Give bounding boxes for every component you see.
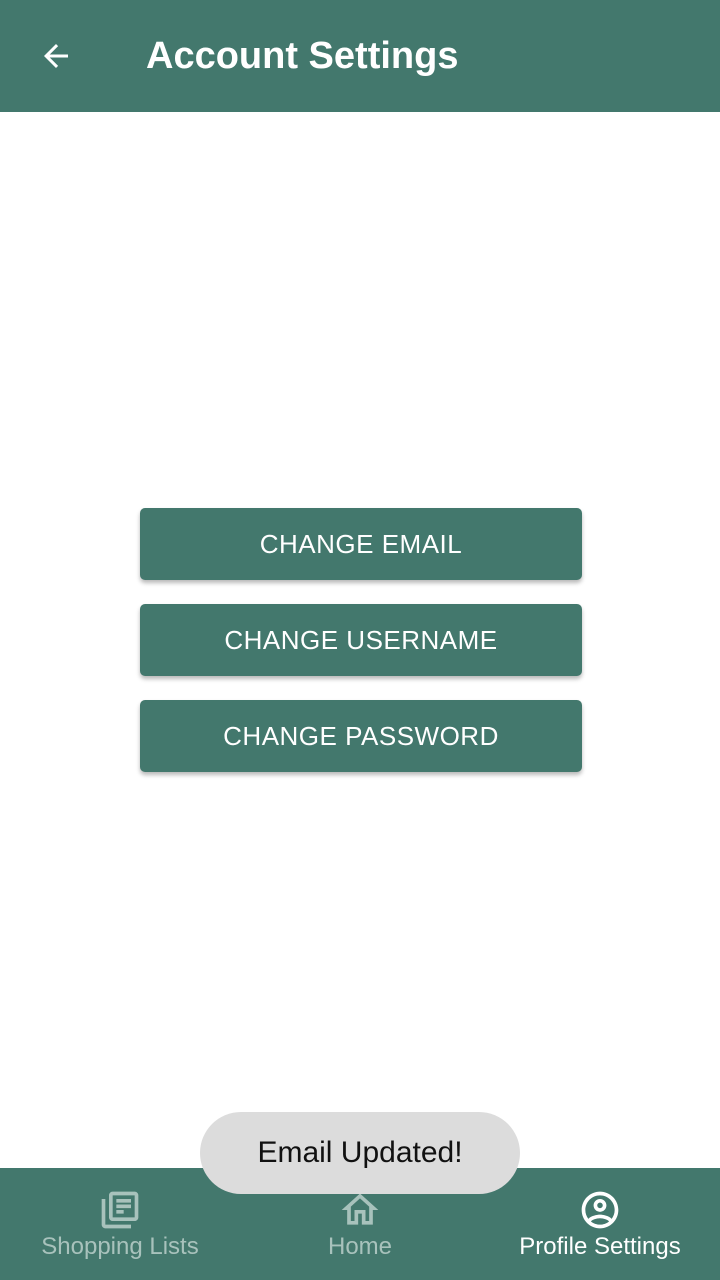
nav-item-shopping-lists[interactable]: Shopping Lists: [0, 1168, 240, 1280]
toast-message: Email Updated!: [200, 1112, 520, 1194]
app-bar: Account Settings: [0, 0, 720, 112]
back-button[interactable]: [24, 24, 88, 88]
home-icon: [341, 1193, 379, 1225]
page-title: Account Settings: [146, 35, 459, 77]
nav-item-profile-settings[interactable]: Profile Settings: [480, 1168, 720, 1280]
change-password-button[interactable]: CHANGE PASSWORD: [140, 700, 582, 772]
nav-label-home: Home: [327, 1233, 393, 1260]
arrow-left-icon: [44, 44, 68, 68]
change-email-button[interactable]: CHANGE EMAIL: [140, 508, 582, 580]
nav-label-profile-settings: Profile Settings: [519, 1233, 681, 1260]
list-document-icon: [101, 1191, 139, 1229]
account-settings-screen: Account Settings CHANGE EMAIL CHANGE USE…: [0, 0, 720, 1280]
nav-label-shopping-lists: Shopping Lists: [41, 1233, 199, 1260]
change-username-button[interactable]: CHANGE USERNAME: [140, 604, 582, 676]
account-circle-icon: [581, 1191, 619, 1229]
